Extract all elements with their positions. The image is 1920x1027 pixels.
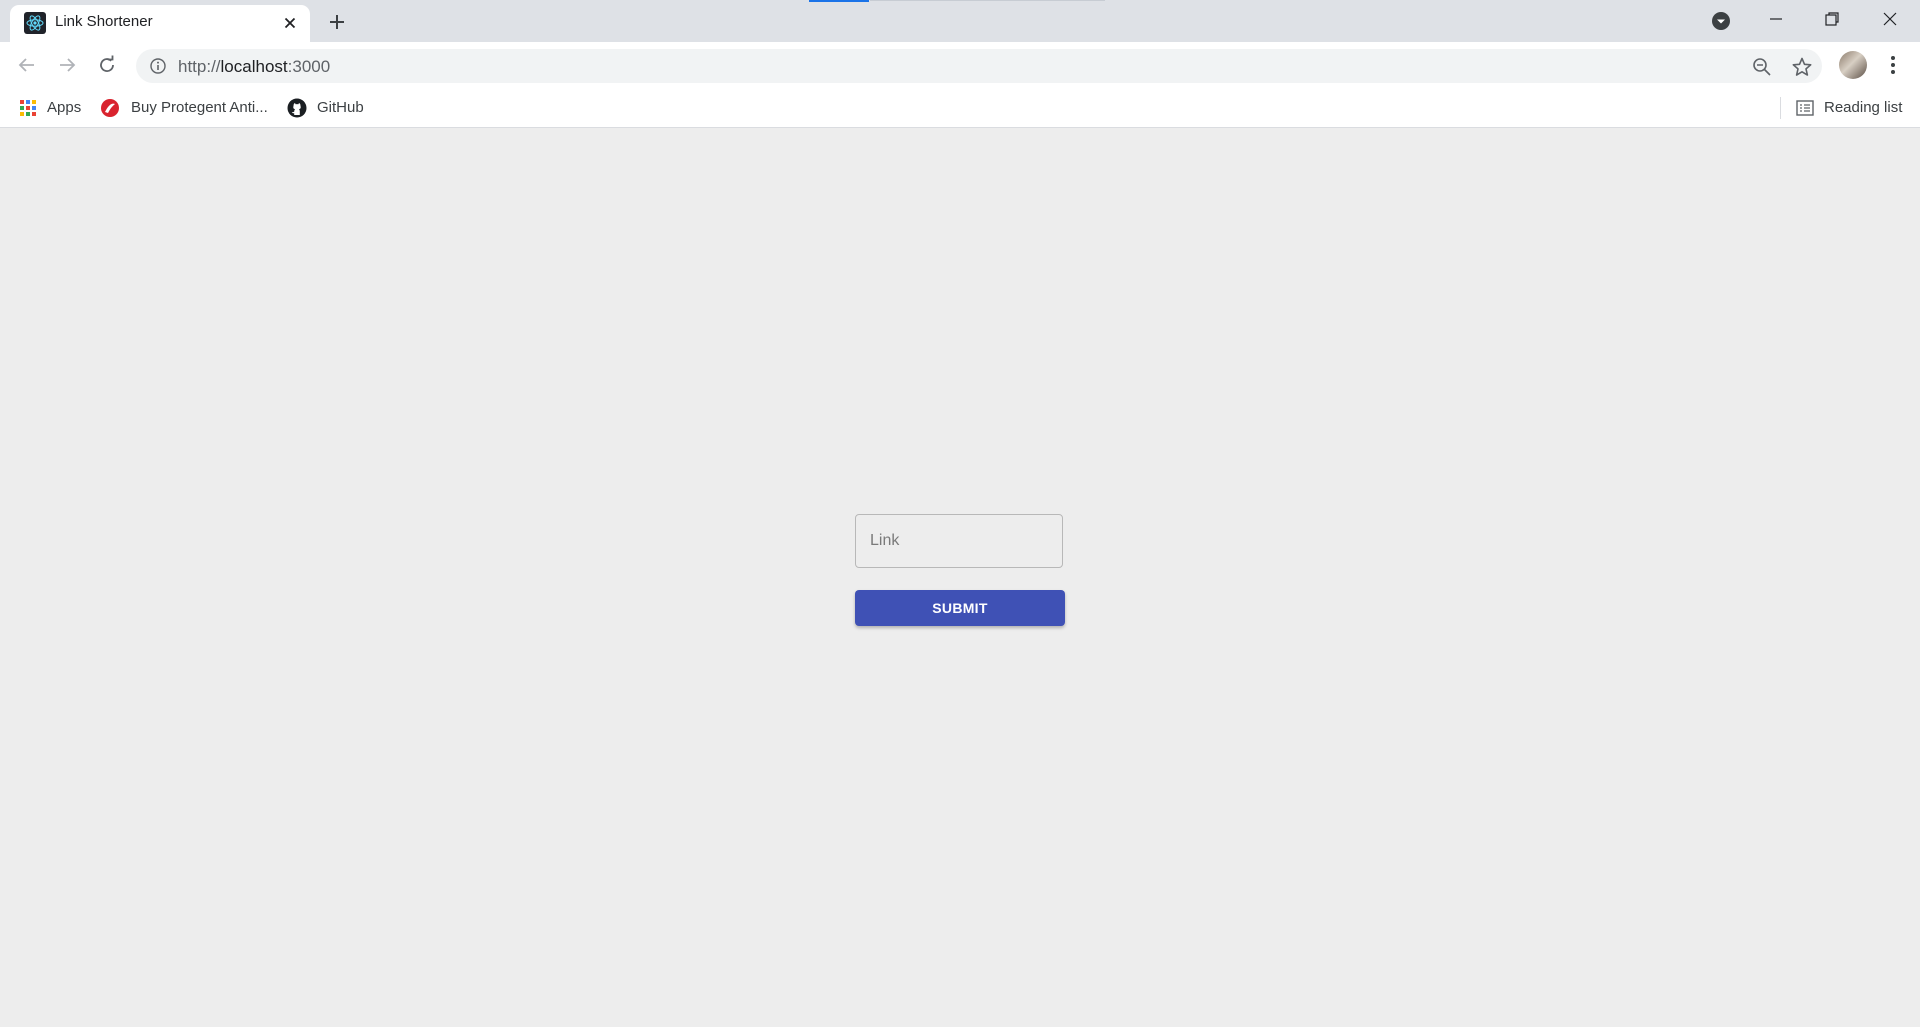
back-arrow-icon[interactable] <box>12 50 42 80</box>
tab-search-icon[interactable] <box>1710 10 1732 32</box>
react-icon <box>24 12 46 34</box>
protegent-icon <box>100 98 120 118</box>
tab-loading-indicator <box>809 0 869 2</box>
site-info-icon[interactable] <box>150 58 166 74</box>
bookmarks-separator <box>1780 97 1781 119</box>
minimize-window-icon[interactable] <box>1748 0 1804 38</box>
bookmark-star-icon[interactable] <box>1791 56 1813 78</box>
url-host: localhost <box>220 57 288 76</box>
address-bar[interactable]: http://localhost:3000 <box>136 49 1822 83</box>
tab-strip: Link Shortener <box>0 0 1920 42</box>
page-content: SUBMIT <box>0 128 1920 1027</box>
more-menu-icon[interactable] <box>1880 52 1906 78</box>
bookmark-label: GitHub <box>317 99 364 116</box>
browser-tab[interactable]: Link Shortener <box>10 5 310 42</box>
forward-arrow-icon[interactable] <box>52 50 82 80</box>
bookmark-label: Apps <box>47 99 82 116</box>
bookmarks-bar: Apps Buy Protegent Anti... GitHub Readin… <box>0 89 1920 128</box>
reading-list-label: Reading list <box>1824 99 1903 116</box>
new-tab-icon[interactable] <box>324 9 350 35</box>
apps-grid-icon <box>18 98 38 118</box>
url-port: :3000 <box>287 57 331 76</box>
reload-icon[interactable] <box>92 50 122 80</box>
browser-toolbar: http://localhost:3000 <box>0 42 1920 89</box>
submit-button[interactable]: SUBMIT <box>855 590 1065 626</box>
close-tab-icon[interactable] <box>281 14 299 32</box>
close-window-icon[interactable] <box>1862 0 1918 38</box>
tab-title: Link Shortener <box>55 13 153 30</box>
url-text[interactable]: http://localhost:3000 <box>178 57 330 77</box>
restore-window-icon[interactable] <box>1804 0 1860 38</box>
url-scheme: http:// <box>178 57 221 76</box>
profile-avatar[interactable] <box>1839 51 1867 79</box>
zoom-out-icon[interactable] <box>1751 56 1773 78</box>
bookmark-label: Buy Protegent Anti... <box>131 99 268 116</box>
reading-list-icon <box>1795 98 1815 118</box>
tab-strip-divider <box>870 0 1105 1</box>
github-icon <box>287 98 307 118</box>
link-field[interactable] <box>855 514 1063 568</box>
link-input[interactable] <box>856 515 1062 567</box>
